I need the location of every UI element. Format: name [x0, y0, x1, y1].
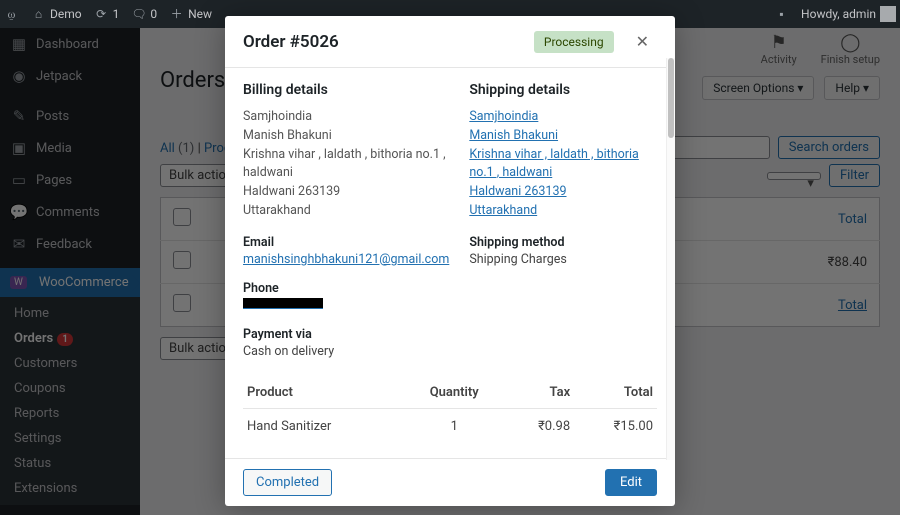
billing-details: Billing details Samjhoindia Manish Bhaku…: [243, 82, 449, 359]
notifications-icon[interactable]: ▪: [774, 7, 789, 22]
billing-email-link[interactable]: manishsinghbhakuni121@gmail.com: [243, 252, 449, 267]
col-total: Total: [574, 377, 657, 409]
account-greeting[interactable]: Howdy, admin: [801, 6, 896, 22]
shipping-method: Shipping Charges: [469, 252, 567, 267]
payment-method: Cash on delivery: [243, 344, 334, 359]
shipping-heading: Shipping details: [469, 82, 657, 98]
order-status-badge: Processing: [534, 31, 614, 53]
shipping-map-link[interactable]: Manish Bhakuni: [469, 127, 657, 146]
shipping-map-link[interactable]: Uttarakhand: [469, 202, 657, 221]
col-tax: Tax: [504, 377, 574, 409]
modal-scrollbar[interactable]: [666, 58, 675, 460]
billing-phone-redacted: [243, 298, 323, 309]
item-qty: 1: [404, 408, 504, 444]
comments-bubble[interactable]: 🗨0: [131, 7, 157, 22]
col-quantity: Quantity: [404, 377, 504, 409]
edit-order-button[interactable]: Edit: [605, 469, 657, 496]
line-item-row: Hand Sanitizer 1 ₹0.98 ₹15.00: [243, 408, 657, 444]
order-preview-modal: Order #5026 Processing ✕ Billing details…: [225, 16, 675, 506]
shipping-details: Shipping details Samjhoindia Manish Bhak…: [469, 82, 657, 359]
shipping-map-link[interactable]: Haldwani 263139: [469, 183, 657, 202]
updates[interactable]: ⟳1: [94, 7, 120, 22]
close-icon[interactable]: ✕: [628, 28, 657, 55]
modal-title: Order #5026: [243, 32, 339, 52]
mark-completed-button[interactable]: Completed: [243, 469, 332, 496]
order-items-table: Product Quantity Tax Total Hand Sanitize…: [243, 377, 657, 444]
avatar: [880, 6, 896, 22]
wp-logo[interactable]: ⍹: [4, 7, 19, 22]
shipping-map-link[interactable]: Krishna vihar , laldath , bithoria no.1 …: [469, 146, 657, 184]
item-total: ₹15.00: [574, 408, 657, 444]
billing-heading: Billing details: [243, 82, 449, 98]
item-tax: ₹0.98: [504, 408, 574, 444]
new-content[interactable]: ＋New: [169, 7, 212, 22]
item-name: Hand Sanitizer: [243, 408, 404, 444]
col-product: Product: [243, 377, 404, 409]
site-home[interactable]: ⌂Demo: [31, 7, 82, 22]
shipping-map-link[interactable]: Samjhoindia: [469, 108, 657, 127]
